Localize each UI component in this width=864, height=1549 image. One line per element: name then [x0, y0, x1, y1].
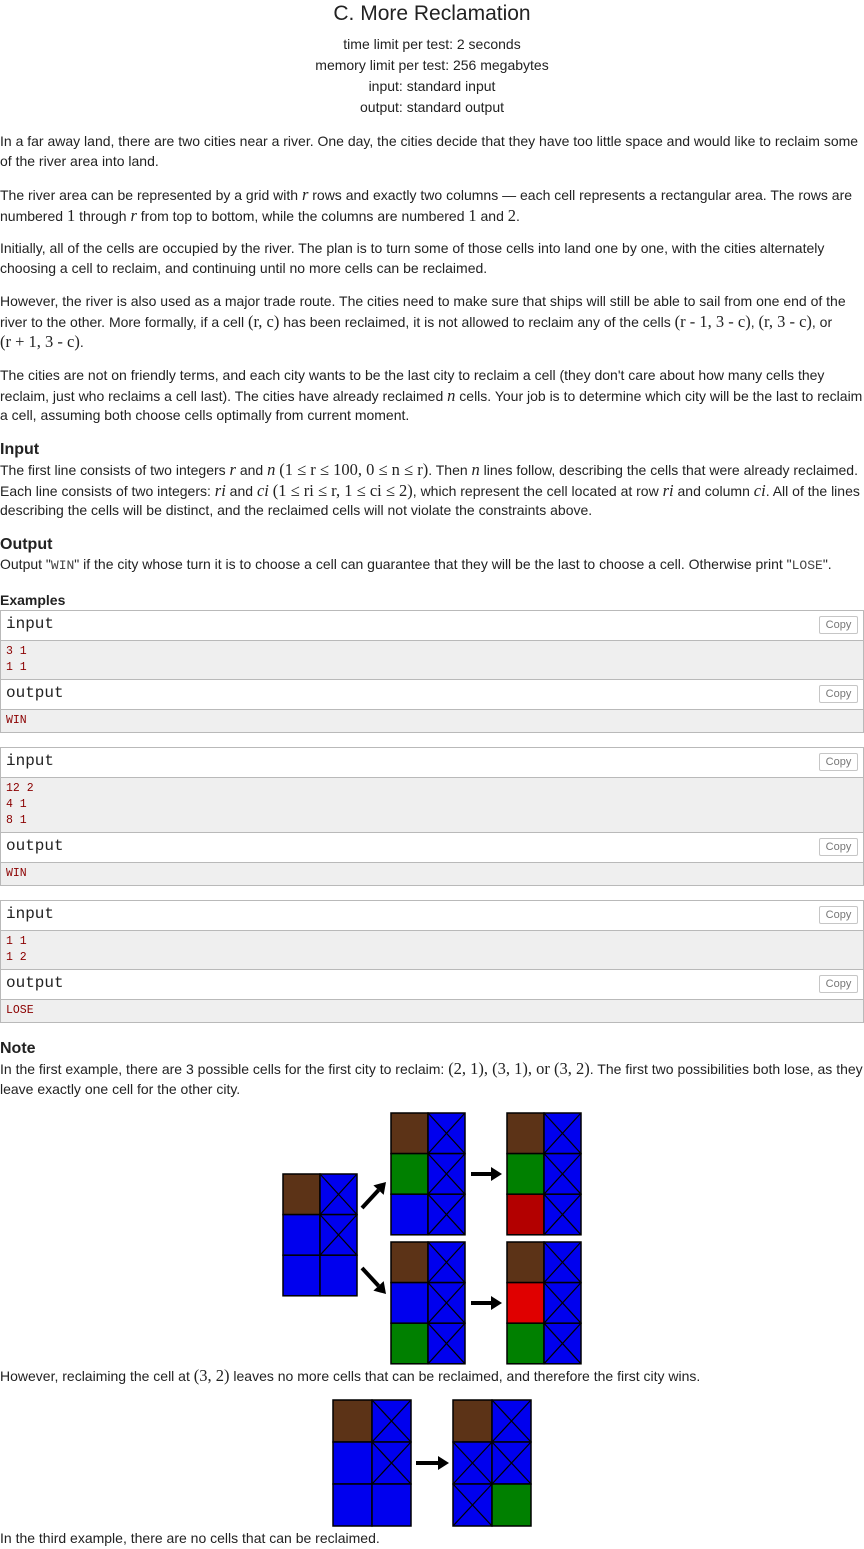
output-heading: Output	[0, 536, 53, 553]
arrow-icon	[471, 1167, 502, 1181]
example-3: input Copy 1 1 1 2 output Copy LOSE	[0, 900, 864, 1023]
copy-button[interactable]: Copy	[819, 685, 858, 703]
grid-cell	[332, 1483, 373, 1527]
example-input-header: input Copy	[1, 901, 863, 931]
example-1: input Copy 3 1 1 1 output Copy WIN	[0, 610, 864, 733]
copy-button[interactable]: Copy	[819, 616, 858, 634]
note-figure-1	[282, 1112, 582, 1365]
reclamation-grid	[390, 1112, 466, 1236]
example-2: input Copy 12 2 4 1 8 1 output Copy WIN	[0, 747, 864, 886]
grid-cell	[319, 1254, 358, 1297]
grid-cell	[390, 1193, 429, 1236]
statement-paragraph-2: The river area can be represented by a g…	[0, 185, 853, 225]
time-limit: time limit per test: 2 seconds	[343, 36, 521, 52]
problem-title: C. More Reclamation	[333, 2, 531, 25]
example-input-body[interactable]: 1 1 1 2	[1, 931, 863, 969]
example-input-header: input Copy	[1, 611, 863, 641]
arrow-icon	[360, 1266, 386, 1294]
example-output-header: output Copy	[1, 679, 863, 710]
reclamation-grid	[332, 1399, 412, 1527]
example-output-header: output Copy	[1, 832, 863, 863]
grid-cell	[282, 1254, 321, 1297]
statement-paragraph-3: Initially, all of the cells are occupied…	[0, 240, 825, 276]
arrow-head	[491, 1167, 502, 1181]
note-paragraph-2: However, reclaiming the cell at (3, 2) l…	[0, 1366, 701, 1385]
example-input-label: input	[6, 752, 55, 770]
grid-cell	[332, 1441, 373, 1485]
grid-cell	[332, 1399, 373, 1443]
note-figure-2	[332, 1399, 532, 1527]
arrow-shaft	[360, 1266, 381, 1288]
grid-cell	[452, 1399, 493, 1443]
example-output-label: output	[6, 684, 64, 702]
output-spec: output: standard output	[360, 99, 504, 115]
example-input-body[interactable]: 12 2 4 1 8 1	[1, 778, 863, 832]
example-output-body[interactable]: WIN	[1, 863, 863, 885]
example-output-header: output Copy	[1, 969, 863, 1000]
arrow-icon	[471, 1296, 502, 1310]
reclamation-grid	[282, 1173, 358, 1297]
grid-cell	[390, 1112, 429, 1155]
grid-cell	[506, 1241, 545, 1284]
reclamation-grid	[452, 1399, 532, 1527]
grid-cell	[390, 1322, 429, 1365]
input-description: The first line consists of two integers …	[0, 460, 860, 519]
examples-heading: Examples	[0, 592, 66, 608]
note-paragraph-1: In the first example, there are 3 possib…	[0, 1059, 863, 1097]
arrow-head	[491, 1296, 502, 1310]
arrow-icon	[360, 1182, 386, 1210]
statement-paragraph-5: The cities are not on friendly terms, an…	[0, 367, 863, 424]
example-output-body[interactable]: WIN	[1, 710, 863, 732]
reclamation-grid	[390, 1241, 466, 1365]
grid-cell	[506, 1281, 545, 1324]
note-heading: Note	[0, 1040, 36, 1057]
input-heading: Input	[0, 441, 40, 458]
grid-cell	[371, 1483, 412, 1527]
reclamation-grid	[506, 1241, 582, 1365]
example-input-label: input	[6, 615, 55, 633]
grid-cell	[282, 1173, 321, 1216]
arrow-shaft	[360, 1188, 381, 1210]
grid-cell	[390, 1281, 429, 1324]
statement-paragraph-4: However, the river is also used as a maj…	[0, 293, 846, 352]
grid-cell	[390, 1241, 429, 1284]
grid-cell	[506, 1152, 545, 1195]
input-spec: input: standard input	[368, 78, 496, 94]
grid-cell	[506, 1322, 545, 1365]
example-input-header: input Copy	[1, 748, 863, 778]
grid-cell	[506, 1112, 545, 1155]
grid-cell	[506, 1193, 545, 1236]
example-input-body[interactable]: 3 1 1 1	[1, 641, 863, 679]
copy-button[interactable]: Copy	[819, 975, 858, 993]
copy-button[interactable]: Copy	[819, 753, 858, 771]
statement-paragraph-1: In a far away land, there are two cities…	[0, 133, 859, 169]
grid-cell	[491, 1483, 532, 1527]
arrow-icon	[416, 1456, 449, 1470]
example-output-body[interactable]: LOSE	[1, 1000, 863, 1022]
copy-button[interactable]: Copy	[819, 838, 858, 856]
memory-limit: memory limit per test: 256 megabytes	[315, 57, 549, 73]
example-output-label: output	[6, 837, 64, 855]
grid-cell	[282, 1213, 321, 1256]
example-input-label: input	[6, 905, 55, 923]
copy-button[interactable]: Copy	[819, 906, 858, 924]
grid-cell	[390, 1152, 429, 1195]
arrow-head	[438, 1456, 449, 1470]
output-description: Output "WIN" if the city whose turn it i…	[0, 556, 832, 573]
reclamation-grid	[506, 1112, 582, 1236]
example-output-label: output	[6, 974, 64, 992]
